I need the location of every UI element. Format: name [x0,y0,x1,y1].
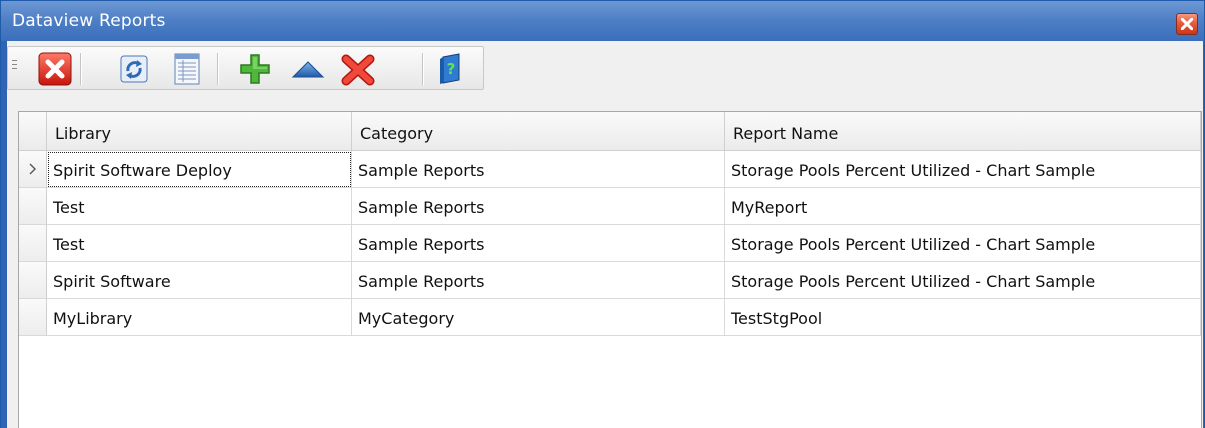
toolbar-grip[interactable] [12,60,17,76]
table-row[interactable]: MyLibrary MyCategory TestStgPool [19,299,1201,336]
cell-report-name[interactable]: Storage Pools Percent Utilized - Chart S… [725,262,1201,299]
row-selector[interactable] [19,299,47,336]
add-button[interactable] [236,50,274,88]
cell-library[interactable]: Test [47,225,352,262]
cell-category[interactable]: Sample Reports [352,262,725,299]
window-title: Dataview Reports [12,11,166,31]
close-icon [1181,18,1193,30]
cell-library[interactable]: Test [47,188,352,225]
delete-icon [341,54,375,86]
refresh-button[interactable] [115,50,153,88]
row-selector[interactable] [19,262,47,299]
cell-report-name[interactable]: MyReport [725,188,1201,225]
cell-report-name[interactable]: Storage Pools Percent Utilized - Chart S… [725,225,1201,262]
toolbar: ? [7,46,484,90]
title-bar[interactable]: Dataview Reports [1,1,1204,41]
toolbar-separator [422,53,424,85]
column-header-library[interactable]: Library [47,112,352,151]
help-book-icon: ? [440,53,460,84]
reports-grid: Library Category Report Name Spirit Soft… [18,111,1202,428]
svg-text:?: ? [447,60,456,78]
window-close-button[interactable] [1176,13,1198,35]
close-report-button[interactable] [36,50,74,88]
close-red-icon [38,52,72,86]
cell-category[interactable]: Sample Reports [352,151,725,188]
table-row[interactable]: Spirit Software Deploy Sample Reports St… [19,151,1201,188]
report-list-button[interactable] [168,50,206,88]
cell-report-name[interactable]: TestStgPool [725,299,1201,336]
row-selector[interactable] [19,225,47,262]
cell-report-name[interactable]: Storage Pools Percent Utilized - Chart S… [725,151,1201,188]
window-body: ? Library Category Report Name Spirit So… [7,41,1203,428]
delete-button[interactable] [339,50,377,88]
row-selector[interactable] [19,188,47,225]
move-up-icon [291,61,325,78]
cell-category[interactable]: Sample Reports [352,225,725,262]
dataview-reports-window: Dataview Reports ? Library Category Repo… [0,0,1205,428]
cell-category[interactable]: MyCategory [352,299,725,336]
move-up-button[interactable] [289,50,327,88]
cell-library[interactable]: MyLibrary [47,299,352,336]
refresh-icon [120,55,148,83]
cell-library[interactable]: Spirit Software [47,262,352,299]
cell-library[interactable]: Spirit Software Deploy [47,151,352,188]
table-row[interactable]: Test Sample Reports MyReport [19,188,1201,225]
column-header-category[interactable]: Category [352,112,725,151]
row-selector-header [19,112,47,151]
table-row[interactable]: Test Sample Reports Storage Pools Percen… [19,225,1201,262]
table-row[interactable]: Spirit Software Sample Reports Storage P… [19,262,1201,299]
toolbar-separator [80,53,82,85]
current-row-arrow-icon [29,163,36,175]
column-header-report-name[interactable]: Report Name [725,112,1201,151]
cell-category[interactable]: Sample Reports [352,188,725,225]
toolbar-separator [217,53,219,85]
report-list-icon [174,53,200,85]
row-selector[interactable] [19,151,47,188]
add-icon [240,54,270,84]
help-button[interactable]: ? [432,50,470,88]
